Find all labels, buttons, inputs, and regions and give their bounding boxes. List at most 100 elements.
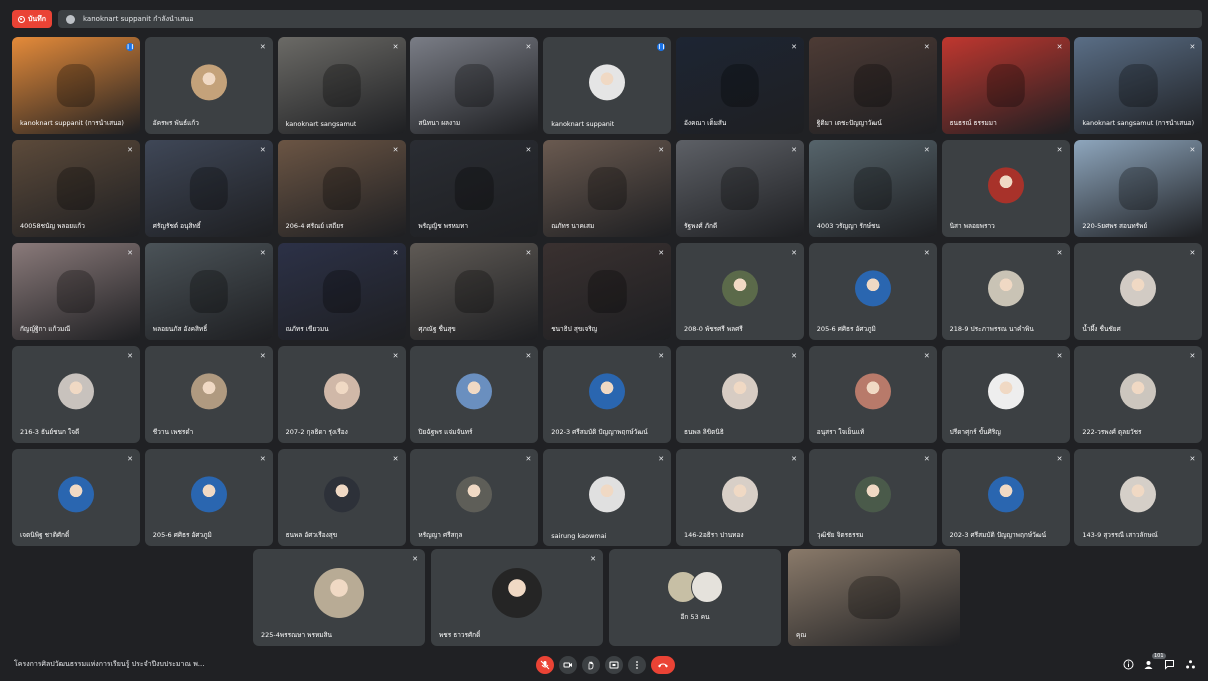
participant-tile[interactable]: ✕ สนิทนา ผลงาม [410,37,539,134]
mic-off-icon: ✕ [127,249,133,257]
person-silhouette [455,167,494,210]
participant-tile[interactable]: ✕ น้ำผึ้ง ชื่นชัยศ [1074,243,1203,340]
person-silhouette [56,167,96,210]
meeting-title: โครงการศิลปวัฒนธรรมแห่งการเรียนรู้ ประจำ… [14,660,205,668]
participant-tile[interactable]: ✕ ชนาธิป สุขเจริญ [543,243,672,340]
participant-tile[interactable]: ✕ วุฒิชัย จิตรธรรม [808,449,937,546]
camera-toggle-button[interactable] [559,656,577,674]
participant-tile[interactable]: ✕ ธนธรณ์ ธรรมมา [941,37,1070,134]
participant-tile[interactable]: ✕ ธนพล ลิขิตนิธิ [676,346,804,443]
participant-name: คุณ [796,631,807,639]
person-silhouette [56,270,96,313]
present-button[interactable] [605,656,623,674]
avatar [190,475,227,512]
avatar [456,372,493,409]
presenting-banner[interactable]: kanoknart suppanit กำลังนำเสนอ [58,10,1202,28]
activities-icon [1185,660,1195,669]
participant-name: ชีวาน เพชรดำ [152,428,194,436]
participant-tile[interactable]: ✕ เจตนิพิฐ ชาติศักดิ์ [12,449,140,546]
participant-tile[interactable]: ✕ 202-3 ศรีสมบัติ ปัญญาพฤกษ์วัฒน์ [543,346,672,443]
participant-tile[interactable]: ✕ นิสา พลอยพราว [941,140,1070,237]
participant-tile[interactable]: ✕ 222-วรพงศ์ ตุลยวัชร [1074,346,1203,443]
participant-tile[interactable]: ✕ ณภัทร นาคเสม [543,140,672,237]
mic-off-icon: ✕ [525,352,532,360]
participant-tile[interactable]: ✕ sairung kaowmai [543,449,672,546]
avatar [1120,475,1157,512]
participant-tile[interactable]: ✕ พลอยนภัส อังคสิทธิ์ [144,243,273,340]
participant-tile[interactable]: อีก 53 คน [609,549,781,646]
participant-tile[interactable]: ✕ 146-2อธิรา ปานทอง [676,449,804,546]
mic-off-icon: ✕ [525,43,532,51]
participant-tile[interactable]: ✕ 205-6 ศศิธร อัศวภูมิ [144,449,273,546]
bottom-toolbar: โครงการศิลปวัฒนธรรมแห่งการเรียนรู้ ประจำ… [0,651,1208,681]
participant-tile[interactable]: ✕ รัฐพงศ์ ภักดี [676,140,804,237]
raise-hand-button[interactable] [582,656,600,674]
participant-name: รัฐพงศ์ ภักดี [684,222,718,230]
mic-off-icon: ✕ [923,249,930,257]
leave-call-button[interactable] [651,656,675,674]
recording-badge[interactable]: บันทึก [12,10,52,28]
participant-tile[interactable]: ✕ 216-3 ธันย์ชนก ใจดี [12,346,140,443]
participant-tile[interactable]: ✕ อนุสรา ใจเย็นแท้ [808,346,937,443]
participant-tile[interactable]: ✕ 206-4 ศรัณย์ เสถียร [277,140,406,237]
participant-tile[interactable]: ✕ 220-5ยศพร สอนทรัพย์ [1074,140,1203,237]
avatar [691,571,723,603]
activities-button[interactable] [1184,659,1196,671]
participant-tile[interactable]: ✕ อังคณา เต็มสัน [676,37,804,134]
participant-name: 205-6 ศศิธร อัศวภูมิ [816,325,876,333]
participant-tile[interactable]: คุณ [788,549,960,646]
avatar [854,269,891,306]
person-silhouette [322,270,361,313]
participant-tile[interactable]: ✕ ธนพล อัศวเรืองสุข [277,449,406,546]
avatar [589,63,626,100]
person-silhouette [986,64,1025,107]
participant-tile[interactable]: ❙❙ kanoknart suppanit (การนำเสนอ) [12,37,140,134]
mic-off-icon: ✕ [127,352,133,360]
participant-tile[interactable]: ✕ 218-9 ประภาพรรณ นาคำพิน [941,243,1070,340]
participant-name: ณภัทร เขียวมน [285,325,329,333]
mic-off-icon: ✕ [392,146,399,154]
chat-button[interactable] [1163,659,1175,671]
participant-tile[interactable]: ✕ 225-4พรรณษา พรหมสิน [253,549,425,646]
participant-tile[interactable]: ✕ อัครพร พันธ์แก้ว [144,37,273,134]
person-silhouette [1119,167,1158,210]
participant-tile[interactable]: ✕ พชร ธาวรศักดิ์ [431,549,603,646]
meeting-details-button[interactable] [1122,659,1134,671]
participant-tile[interactable]: ✕ 202-3 ศรีสมบัติ ปัญญาพฤกษ์วัฒน์ [941,449,1070,546]
more-options-button[interactable] [628,656,646,674]
avatar [323,372,360,409]
mic-off-icon: ✕ [1056,352,1063,360]
participant-tile[interactable]: ✕ ฐิติมา เตชะปัญญาวัฒน์ [808,37,937,134]
mic-toggle-button[interactable] [536,656,554,674]
person-silhouette [56,64,96,107]
participant-tile[interactable]: ✕ 143-9 สุวรรณี เสาวลักษณ์ [1074,449,1203,546]
participant-tile[interactable]: ✕ พรัญญิช พรหมทา [410,140,539,237]
camera-icon [563,662,572,668]
participant-name: ฐิติมา เตชะปัญญาวัฒน์ [816,119,882,127]
participant-tile[interactable]: ✕ 207-2 กุลธิดา รุ่งเรือง [277,346,406,443]
participant-tile[interactable]: ✕ 40058ชนัญ พลอยแก้ว [12,140,140,237]
participant-tile[interactable]: ✕ กัญญ์ฐิกา แก้วมณี [12,243,140,340]
participant-name: sairung kaowmai [551,532,607,540]
participant-tile[interactable]: ✕ ปิยฉัฐพร แจ่มจันทร์ [410,346,539,443]
participant-tile[interactable]: ✕ 4003 วรัญญา รักษ์ชน [808,140,937,237]
avatar [314,567,364,618]
participant-tile[interactable]: ✕ ปรีดาศุกร์ ขั้นศิริญ [941,346,1070,443]
participant-tile[interactable]: ✕ ณภัทร เขียวมน [277,243,406,340]
participant-tile[interactable]: ❙❙ kanoknart suppanit [543,37,672,134]
participant-name: อัครพร พันธ์แก้ว [152,119,199,127]
mic-off-icon: ✕ [791,43,797,51]
participant-tile[interactable]: ✕ kanoknart sangsamut (การนำเสนอ) [1074,37,1203,134]
participant-name: ปรีดาศุกร์ ขั้นศิริญ [949,428,1001,436]
participant-tile[interactable]: ✕ 208-0 พัชรศรี พลศรี [676,243,804,340]
person-silhouette [189,270,228,313]
participant-tile[interactable]: ✕ ศุภณัฐ ชื่นสุข [410,243,539,340]
people-button[interactable] [1142,659,1154,671]
participant-tile[interactable]: ✕ ศรัญรัชต์ อนุสิทธิ์ [144,140,273,237]
participant-tile[interactable]: ✕ หรัญญา ศรีสกุล [410,449,539,546]
participant-tile[interactable]: ✕ ชีวาน เพชรดำ [144,346,273,443]
raise-hand-icon [588,661,594,670]
participant-tile[interactable]: ✕ kanoknart sangsamut [277,37,406,134]
participant-name: วุฒิชัย จิตรธรรม [816,531,864,539]
participant-tile[interactable]: ✕ 205-6 ศศิธร อัศวภูมิ [808,243,937,340]
